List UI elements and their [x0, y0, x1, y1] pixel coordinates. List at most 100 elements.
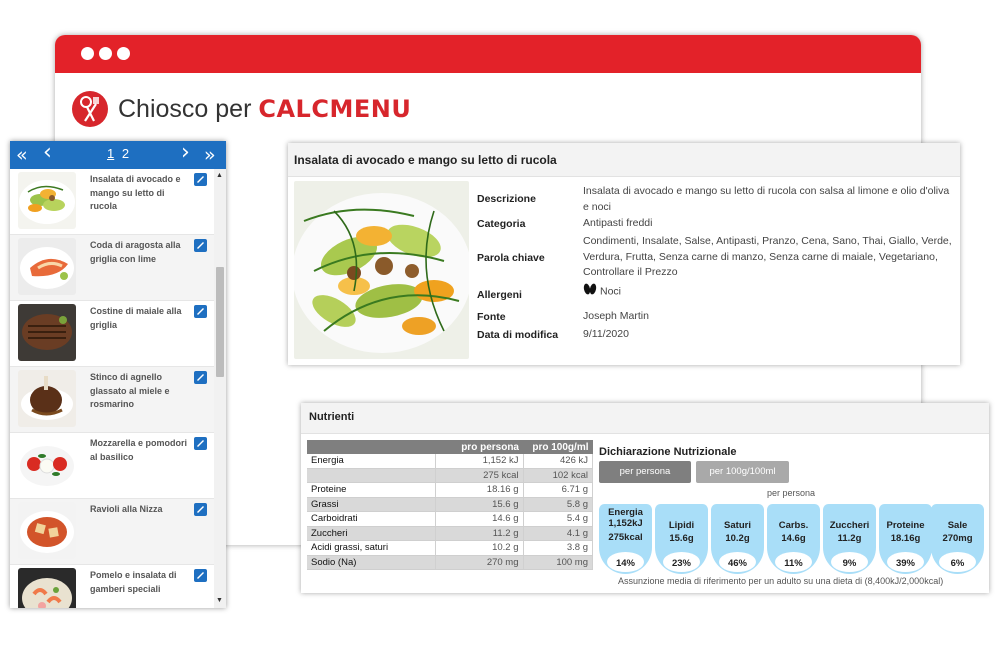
gda-name: Proteine [886, 520, 925, 531]
list-item[interactable]: Stinco di agnello glassato al miele e ro… [10, 367, 214, 433]
recipe-thumbnail [18, 436, 76, 493]
scroll-down-icon[interactable]: ▼ [216, 597, 223, 604]
list-item[interactable]: Costine di maiale alla griglia [10, 301, 214, 367]
next-page-button[interactable]: › [181, 142, 190, 164]
gda-percent: 11% [775, 552, 812, 572]
edit-icon[interactable] [194, 569, 207, 582]
app-title-prefix: Chiosco per [118, 94, 252, 123]
per-100-value: 5.4 g [523, 511, 593, 527]
recipe-thumbnail [18, 172, 76, 229]
gda-badge-energy: Energia 1,152kJ 275kcal 14% [599, 504, 652, 574]
scroll-up-icon[interactable]: ▲ [216, 172, 223, 179]
recipe-name: Costine di maiale alla griglia [90, 306, 182, 330]
keyword-value: Condimenti, Insalate, Salse, Antipasti, … [583, 235, 952, 278]
per-100-value: 4.1 g [523, 526, 593, 541]
window-dot-icon[interactable] [117, 47, 130, 60]
tab-per-100[interactable]: per 100g/100ml [696, 461, 789, 483]
gda-badge: Zuccheri 11.2g 9% [823, 504, 876, 574]
gda-name: Lipidi [668, 520, 695, 531]
per-100-value: 3.8 g [523, 540, 593, 556]
gda-percent: 6% [939, 552, 976, 572]
list-scrollbar[interactable]: ▲ ▼ [214, 169, 226, 608]
page-link-2[interactable]: 2 [122, 146, 129, 161]
edit-icon[interactable] [194, 371, 207, 384]
per-person-value: 14.6 g [435, 511, 524, 527]
edit-icon[interactable] [194, 437, 207, 450]
allergen-name: Noci [600, 285, 622, 298]
nutrient-name [307, 468, 436, 483]
category-label: Categoria [477, 218, 526, 230]
nutrient-name: Carboidrati [307, 511, 436, 527]
description-label: Descrizione [477, 193, 536, 205]
allergens-label: Allergeni [477, 289, 522, 301]
recipe-list: Insalata di avocado e mango su letto di … [10, 169, 214, 608]
gda-percent: 46% [719, 552, 756, 572]
gda-badge: Saturi 10.2g 46% [711, 504, 764, 574]
scrollbar-thumb[interactable] [216, 267, 224, 377]
column-header [307, 440, 435, 454]
edit-icon[interactable] [194, 305, 207, 318]
last-page-button[interactable]: » [204, 144, 216, 166]
edit-icon[interactable] [194, 239, 207, 252]
per-person-value: 1,152 kJ [435, 454, 524, 469]
window-dot-icon[interactable] [81, 47, 94, 60]
per-person-value: 275 kcal [435, 468, 524, 483]
window-dot-icon[interactable] [99, 47, 112, 60]
list-item[interactable]: Mozzarella e pomodori al basilico [10, 433, 214, 499]
gda-name: Carbs. [778, 520, 809, 531]
list-item[interactable]: Coda di aragosta alla griglia con lime [10, 235, 214, 301]
nutrients-header: Nutrienti [301, 403, 989, 434]
app-title: Chiosco per CALCMENU [118, 95, 411, 124]
gda-name: Sale [947, 520, 968, 531]
tab-per-person[interactable]: per persona [599, 461, 691, 483]
per-100-value: 5.8 g [523, 497, 593, 512]
per-100-value: 102 kcal [523, 468, 593, 483]
per-person-value: 10.2 g [435, 540, 524, 556]
list-item[interactable]: Ravioli alla Nizza [10, 499, 214, 565]
recipe-name: Ravioli alla Nizza [90, 504, 163, 514]
nutrients-table: pro persona pro 100g/ml Energia 1,152 kJ… [307, 440, 593, 570]
app-title-brand: CALCMENU [258, 94, 412, 123]
table-row: Energia 1,152 kJ 426 kJ [307, 454, 593, 469]
per-person-value: 11.2 g [435, 526, 524, 541]
gda-name: Energia [608, 507, 643, 518]
gda-badge: Proteine 18.16g 39% [879, 504, 932, 574]
source-value: Joseph Martin [583, 310, 649, 322]
nuts-allergen-icon [583, 283, 597, 301]
allergen-value: Noci [583, 283, 953, 301]
recipe-detail-header: Insalata di avocado e mango su letto di … [288, 143, 960, 177]
list-item[interactable]: Insalata di avocado e mango su letto di … [10, 169, 214, 235]
prev-page-button[interactable]: ‹ [43, 142, 52, 164]
column-header: pro persona [435, 440, 523, 454]
app-brand: Chiosco per CALCMENU [72, 89, 411, 129]
source-label: Fonte [477, 311, 506, 323]
nutrient-name: Grassi [307, 497, 436, 512]
gda-name: Zuccheri [829, 520, 870, 531]
gda-badge: Lipidi 15.6g 23% [655, 504, 708, 574]
page-link-1[interactable]: 1 [107, 146, 114, 161]
gda-percent: 14% [607, 552, 644, 572]
page-numbers: 1 2 [107, 146, 133, 161]
per-100-value: 100 mg [523, 555, 593, 570]
edit-icon[interactable] [194, 173, 207, 186]
nutrients-card: Nutrienti pro persona pro 100g/ml Energi… [301, 403, 989, 593]
edit-icon[interactable] [194, 503, 207, 516]
modified-label: Data di modifica [477, 329, 559, 341]
recipe-thumbnail [18, 238, 76, 295]
keyword-label: Parola chiave [477, 252, 545, 264]
gda-value: 275kcal [608, 532, 643, 543]
declaration-title: Dichiarazione Nutrizionale [599, 446, 737, 458]
list-item[interactable]: Pomelo e insalata di gamberi speciali [10, 565, 214, 608]
description-value: Insalata di avocado e mango su letto di … [583, 185, 950, 213]
column-header: pro 100g/ml [523, 440, 593, 454]
recipe-list-panel: « ‹ 1 2 › » Insalata di avocado e mango … [10, 141, 226, 608]
table-row: Proteine 18.16 g 6.71 g [307, 482, 593, 498]
gda-percent: 23% [663, 552, 700, 572]
nutrient-name: Zuccheri [307, 526, 436, 541]
recipe-name: Pomelo e insalata di gamberi speciali [90, 570, 177, 594]
recipe-title: Insalata di avocado e mango su letto di … [294, 153, 557, 167]
table-header-row: pro persona pro 100g/ml [307, 440, 593, 454]
gda-value: 18.16g [890, 533, 921, 544]
first-page-button[interactable]: « [16, 144, 28, 166]
recipe-name: Mozzarella e pomodori al basilico [90, 438, 188, 462]
